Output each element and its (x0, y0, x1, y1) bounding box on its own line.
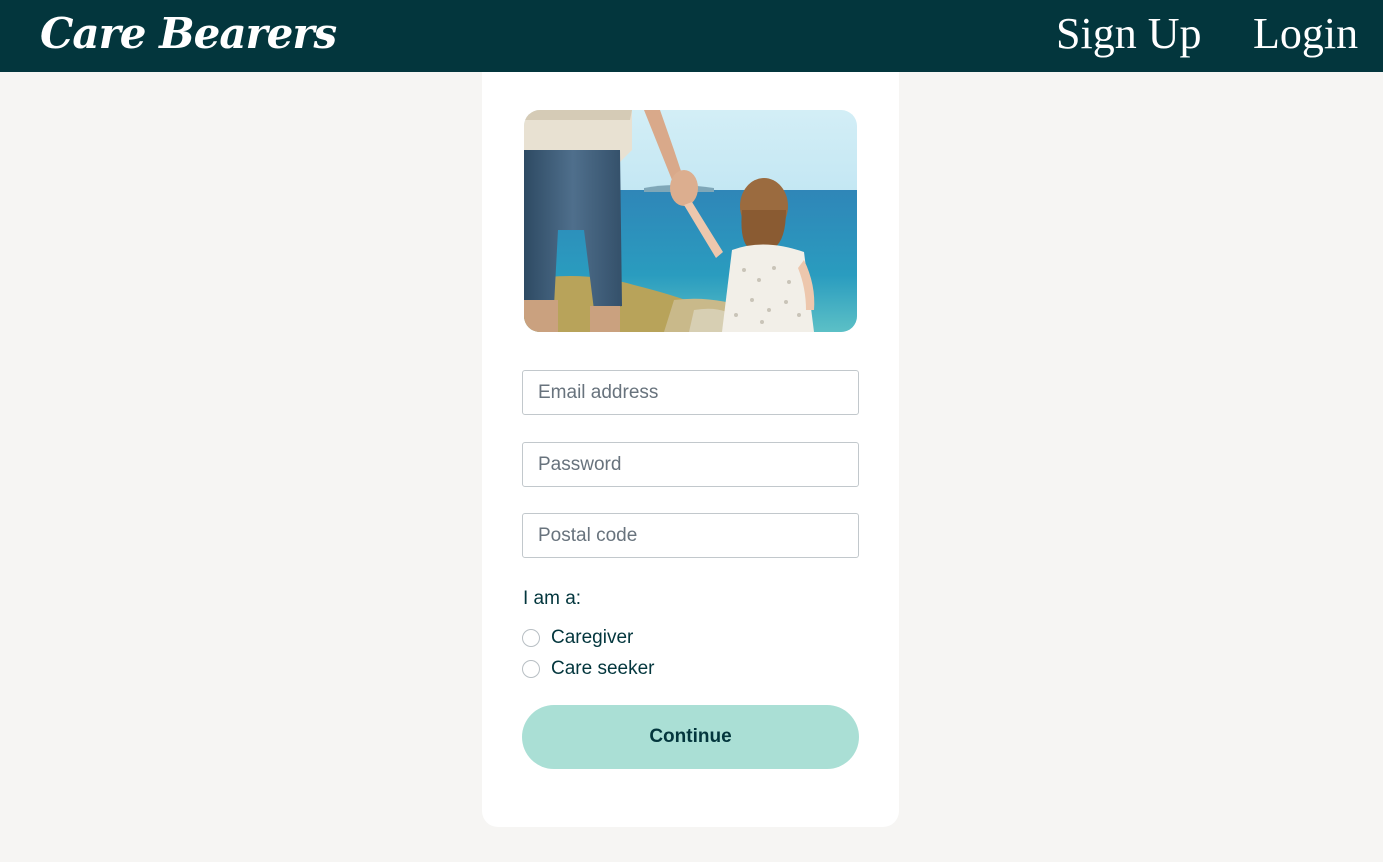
email-field[interactable] (522, 370, 859, 415)
role-option-care-seeker[interactable]: Care seeker (522, 657, 655, 681)
login-link[interactable]: Login (1253, 8, 1358, 60)
care-seeker-radio[interactable] (522, 660, 540, 678)
role-question-label: I am a: (523, 588, 582, 609)
sign-up-link[interactable]: Sign Up (1056, 8, 1201, 60)
hero-image (524, 110, 857, 332)
continue-button[interactable]: Continue (522, 705, 859, 769)
caregiver-label: Caregiver (551, 627, 634, 648)
postal-code-field[interactable] (522, 513, 859, 558)
care-seeker-label: Care seeker (551, 658, 655, 679)
role-option-caregiver[interactable]: Caregiver (522, 626, 633, 650)
top-navigation-bar: Care Bearers Sign Up Login (0, 0, 1383, 72)
brand-logo[interactable]: Care Bearers (40, 6, 337, 62)
caregiver-radio[interactable] (522, 629, 540, 647)
password-field[interactable] (522, 442, 859, 487)
signup-card: I am a: Caregiver Care seeker Continue (482, 72, 899, 827)
